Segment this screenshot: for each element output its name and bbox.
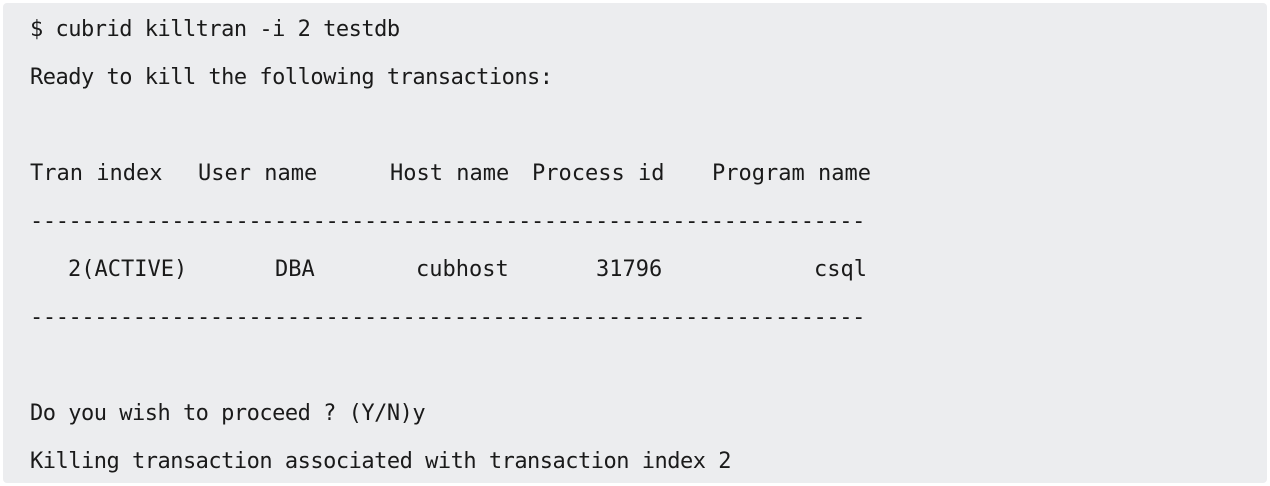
column-header-process-id: Process id xyxy=(532,161,665,186)
cell-user-name: DBA xyxy=(275,257,315,282)
ready-message: Ready to kill the following transactions… xyxy=(30,65,553,90)
command-line: $ cubrid killtran -i 2 testdb xyxy=(30,17,400,42)
column-header-host-name: Host name xyxy=(390,161,510,186)
table-row: 2(ACTIVE) DBA cubhost 31796 csql xyxy=(30,255,867,285)
table-separator-top: ----------------------------------------… xyxy=(30,209,868,234)
column-header-user-name: User name xyxy=(198,161,318,186)
cell-host-name: cubhost xyxy=(416,257,509,282)
column-header-tran-index: Tran index xyxy=(30,161,163,186)
column-header-program-name: Program name xyxy=(712,161,871,186)
proceed-prompt: Do you wish to proceed ? (Y/N)y xyxy=(30,401,426,426)
cell-program-name: csql xyxy=(814,257,867,282)
cell-process-id: 31796 xyxy=(596,257,663,282)
table-header: Tran index User name Host name Process i… xyxy=(30,159,871,189)
result-message: Killing transaction associated with tran… xyxy=(30,449,731,474)
terminal-output-block: $ cubrid killtran -i 2 testdb Ready to k… xyxy=(3,3,1267,483)
cell-tran-index: 2(ACTIVE) xyxy=(68,257,188,282)
table-separator-bottom: ----------------------------------------… xyxy=(30,305,868,330)
